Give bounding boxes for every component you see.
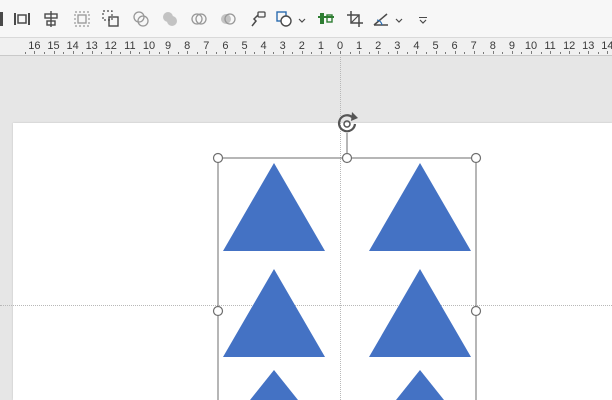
shape-union-icon[interactable] <box>130 8 152 30</box>
ruler-tick <box>110 51 112 54</box>
ruler-tick <box>483 52 485 54</box>
ruler-tick <box>531 51 532 54</box>
ruler-tick <box>387 52 389 54</box>
vertical-guide[interactable] <box>340 57 341 400</box>
ruler-tick <box>273 52 275 54</box>
shape-format-toolbar <box>0 0 612 38</box>
ruler-tick <box>569 51 571 54</box>
ruler-tick <box>215 52 217 54</box>
ruler-tick <box>473 51 475 54</box>
ruler-tick <box>129 51 131 54</box>
ruler-tick <box>454 51 456 54</box>
ruler-tick <box>72 51 74 54</box>
ruler-tick <box>340 51 341 54</box>
ruler-tick <box>521 52 523 54</box>
ruler-tick <box>301 51 303 54</box>
ruler-tick <box>445 52 447 54</box>
format-painter-icon[interactable] <box>247 8 269 30</box>
slide[interactable] <box>13 123 612 400</box>
ruler-tick <box>588 51 590 54</box>
ruler-tick <box>311 52 313 54</box>
shape-intersect-icon[interactable] <box>188 8 210 30</box>
horizontal-ruler[interactable]: 16 15 14 13 12 11 10 9 8 7 6 5 4 3 2 1 0 1 2 3 4 5 6 7 8 9 10 11 12 1… <box>0 38 612 56</box>
ruler-tick <box>578 52 580 54</box>
resize-handle-top-right[interactable] <box>470 152 482 164</box>
ruler-tick <box>492 51 494 54</box>
ruler-tick <box>139 52 141 54</box>
ruler-tick <box>187 51 189 54</box>
horizontal-guide[interactable] <box>0 305 612 306</box>
align-objects-icon[interactable] <box>315 8 337 30</box>
align-center-icon[interactable] <box>40 8 62 30</box>
ruler-tick <box>435 51 437 54</box>
ruler-tick <box>263 51 265 54</box>
ruler-tick <box>244 51 246 54</box>
shape-combine-icon[interactable] <box>159 8 181 30</box>
more-options-icon[interactable] <box>418 13 428 24</box>
ruler-tick <box>597 52 599 54</box>
ruler-tick <box>406 52 408 54</box>
ruler-tick <box>282 51 284 54</box>
ruler-tick <box>158 52 160 54</box>
shape-subtract-icon[interactable] <box>217 8 239 30</box>
ruler-tick <box>206 51 208 54</box>
ruler-tick <box>254 52 256 54</box>
ruler-tick <box>53 51 55 54</box>
ruler-tick <box>559 52 561 54</box>
ungroup-icon[interactable] <box>100 8 122 30</box>
resize-handle-top[interactable] <box>341 152 353 164</box>
ruler-tick <box>292 52 294 54</box>
ruler-tick <box>177 52 179 54</box>
ruler-tick <box>63 52 65 54</box>
ruler-tick <box>464 52 466 54</box>
ruler-tick <box>330 52 332 54</box>
ruler-tick <box>149 51 150 54</box>
ruler-tick <box>34 51 36 54</box>
ruler-tick <box>425 52 427 54</box>
ruler-tick <box>82 52 84 54</box>
ruler-tick <box>24 52 26 54</box>
chevron-down-icon[interactable] <box>395 13 403 23</box>
ruler-tick <box>607 51 609 54</box>
ruler-tick <box>540 52 542 54</box>
crop-icon[interactable] <box>344 8 366 30</box>
shape-outline-icon[interactable] <box>370 8 392 30</box>
resize-handle-right[interactable] <box>470 305 482 317</box>
ruler-tick <box>225 51 227 54</box>
ruler-tick <box>378 51 380 54</box>
ruler-tick <box>101 52 103 54</box>
shape-fill-icon[interactable] <box>273 8 295 30</box>
ruler-tick <box>91 51 93 54</box>
ruler-tick <box>43 52 45 54</box>
ruler-tick <box>368 52 370 54</box>
distribute-vertically-icon[interactable] <box>11 8 33 30</box>
ruler-tick <box>359 51 361 54</box>
chevron-down-icon[interactable] <box>298 13 306 23</box>
group-icon[interactable] <box>71 8 93 30</box>
ruler-tick <box>168 51 170 54</box>
ruler-tick <box>502 52 504 54</box>
resize-handle-top-left[interactable] <box>212 152 224 164</box>
ruler-tick <box>416 51 418 54</box>
ruler-tick <box>550 51 552 54</box>
ruler-tick <box>234 52 236 54</box>
ruler-tick <box>349 52 351 54</box>
ruler-tick <box>196 52 198 54</box>
ruler-tick <box>397 51 399 54</box>
ruler-tick <box>511 51 513 54</box>
ruler-tick <box>320 51 322 54</box>
resize-handle-left[interactable] <box>212 305 224 317</box>
ruler-tick <box>120 52 122 54</box>
